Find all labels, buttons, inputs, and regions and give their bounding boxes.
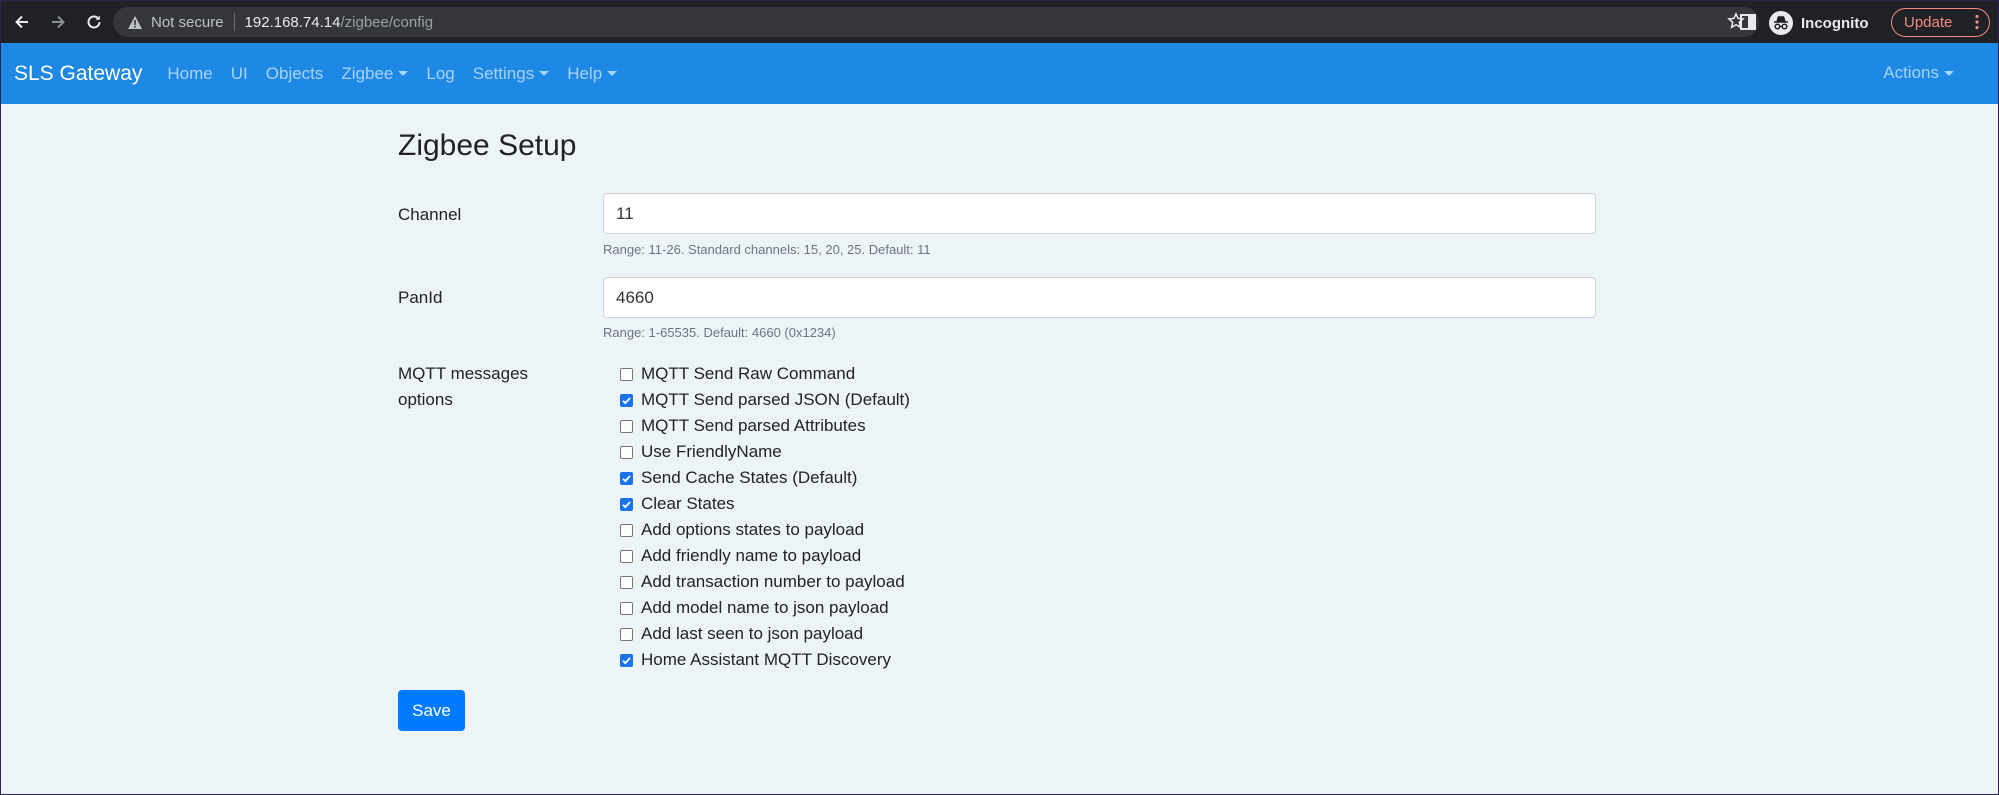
forward-button[interactable] (41, 5, 75, 39)
mqtt-option[interactable]: Add model name to json payload (620, 595, 910, 621)
nav-actions-dropdown[interactable]: Actions (1883, 63, 1954, 83)
mqtt-option-label: MQTT Send Raw Command (641, 364, 856, 383)
channel-input[interactable] (603, 193, 1596, 234)
mqtt-option-label: MQTT Send parsed Attributes (641, 416, 866, 435)
panid-input[interactable] (603, 277, 1596, 318)
checkbox[interactable] (620, 471, 633, 485)
browser-toolbar: Not secure 192.168.74.14/zigbee/config I… (1, 1, 1998, 43)
mqtt-options-label-line1: MQTT messages (398, 364, 529, 383)
incognito-profile[interactable]: Incognito (1769, 8, 1869, 38)
nav-help-label: Help (567, 63, 603, 83)
incognito-label: Incognito (1801, 14, 1869, 32)
mqtt-option-label: Add last seen to json payload (641, 624, 864, 643)
nav-zigbee-label: Zigbee (341, 63, 394, 83)
mqtt-option[interactable]: MQTT Send parsed Attributes (620, 413, 910, 439)
channel-help-text: Range: 11-26. Standard channels: 15, 20,… (603, 242, 931, 257)
checkbox[interactable] (620, 601, 633, 615)
more-vert-icon (1975, 14, 1979, 34)
mqtt-option[interactable]: MQTT Send Raw Command (620, 361, 910, 387)
url-path: /zigbee/config (340, 13, 434, 31)
mqtt-option[interactable]: Home Assistant MQTT Discovery (620, 647, 910, 673)
page-title: Zigbee Setup (398, 129, 577, 162)
incognito-icon (1769, 11, 1793, 35)
checkmark-icon (622, 474, 631, 482)
security-label[interactable]: Not secure (151, 14, 224, 31)
mqtt-option[interactable]: Send Cache States (Default) (620, 465, 910, 491)
warning-icon (127, 15, 143, 30)
caret-down-icon (1944, 70, 1954, 76)
back-button[interactable] (5, 5, 39, 39)
omnibox-divider (233, 13, 235, 31)
mqtt-options-label-line2: options (398, 390, 453, 409)
panid-help-text: Range: 1-65535. Default: 4660 (0x1234) (603, 325, 836, 340)
mqtt-option[interactable]: Add transaction number to payload (620, 569, 910, 595)
checkbox[interactable] (620, 445, 633, 459)
url-host: 192.168.74.14 (244, 13, 341, 31)
checkmark-icon (622, 656, 631, 664)
checkbox[interactable] (620, 549, 633, 563)
browser-window: Not secure 192.168.74.14/zigbee/config I… (1, 1, 1998, 794)
mqtt-option-label: Home Assistant MQTT Discovery (641, 650, 892, 669)
nav-zigbee-dropdown[interactable]: Zigbee (341, 63, 409, 84)
checkmark-icon (622, 500, 631, 508)
nav-log-label: Log (426, 63, 455, 83)
mqtt-option[interactable]: MQTT Send parsed JSON (Default) (620, 387, 910, 413)
mqtt-option-label: Clear States (641, 494, 735, 513)
mqtt-option[interactable]: Add options states to payload (620, 517, 910, 543)
caret-down-icon (607, 71, 618, 76)
mqtt-option[interactable]: Clear States (620, 491, 910, 517)
nav-objects-label: Objects (265, 63, 324, 83)
checkmark-icon (622, 396, 631, 404)
nav-log[interactable]: Log (426, 64, 454, 84)
update-label: Update (1904, 14, 1953, 31)
mqtt-options-label: MQTT messages options (398, 361, 528, 413)
nav-home-label: Home (167, 63, 213, 83)
mqtt-option-label: Use FriendlyName (641, 442, 782, 461)
nav-ui[interactable]: UI (231, 64, 248, 84)
forward-arrow-icon (52, 15, 65, 29)
checkbox[interactable] (620, 367, 633, 381)
checkbox[interactable] (620, 393, 633, 407)
mqtt-option-label: Add model name to json payload (641, 598, 889, 617)
checkbox[interactable] (620, 627, 633, 641)
mqtt-option-label: MQTT Send parsed JSON (Default) (641, 390, 910, 409)
nav-objects[interactable]: Objects (266, 64, 324, 84)
update-button[interactable]: Update (1891, 8, 1990, 37)
panid-label: PanId (398, 288, 443, 307)
caret-down-icon (539, 71, 550, 76)
mqtt-options-list: MQTT Send Raw Command MQTT Send parsed J… (620, 361, 910, 673)
mqtt-option-label: Send Cache States (Default) (641, 468, 858, 487)
brand-link[interactable]: SLS Gateway (14, 62, 142, 86)
mqtt-option[interactable]: Add friendly name to payload (620, 543, 910, 569)
nav-help-dropdown[interactable]: Help (567, 63, 618, 84)
nav-settings-label: Settings (472, 63, 535, 83)
nav-settings-dropdown[interactable]: Settings (472, 63, 550, 84)
caret-down-icon (398, 71, 409, 76)
reload-button[interactable] (77, 5, 111, 39)
mqtt-option-label: Add friendly name to payload (641, 546, 862, 565)
mqtt-option-label: Add options states to payload (641, 520, 865, 539)
mqtt-option[interactable]: Add last seen to json payload (620, 621, 910, 647)
checkbox[interactable] (620, 575, 633, 589)
app-navbar: SLS Gateway Home UI Objects Zigbee Log S… (1, 43, 1998, 104)
side-panel-icon[interactable] (1739, 13, 1757, 36)
checkbox[interactable] (620, 653, 633, 667)
channel-label: Channel (398, 205, 462, 224)
back-arrow-icon (15, 15, 28, 29)
reload-icon (87, 15, 101, 29)
mqtt-option-label: Add transaction number to payload (641, 572, 905, 591)
checkbox[interactable] (620, 497, 633, 511)
address-bar[interactable]: Not secure 192.168.74.14/zigbee/config (113, 7, 1759, 37)
nav-home[interactable]: Home (167, 64, 212, 84)
nav-actions-label: Actions (1883, 63, 1939, 82)
mqtt-option[interactable]: Use FriendlyName (620, 439, 910, 465)
checkbox[interactable] (620, 419, 633, 433)
save-button[interactable]: Save (398, 690, 465, 731)
checkbox[interactable] (620, 523, 633, 537)
nav-ui-label: UI (230, 63, 248, 83)
